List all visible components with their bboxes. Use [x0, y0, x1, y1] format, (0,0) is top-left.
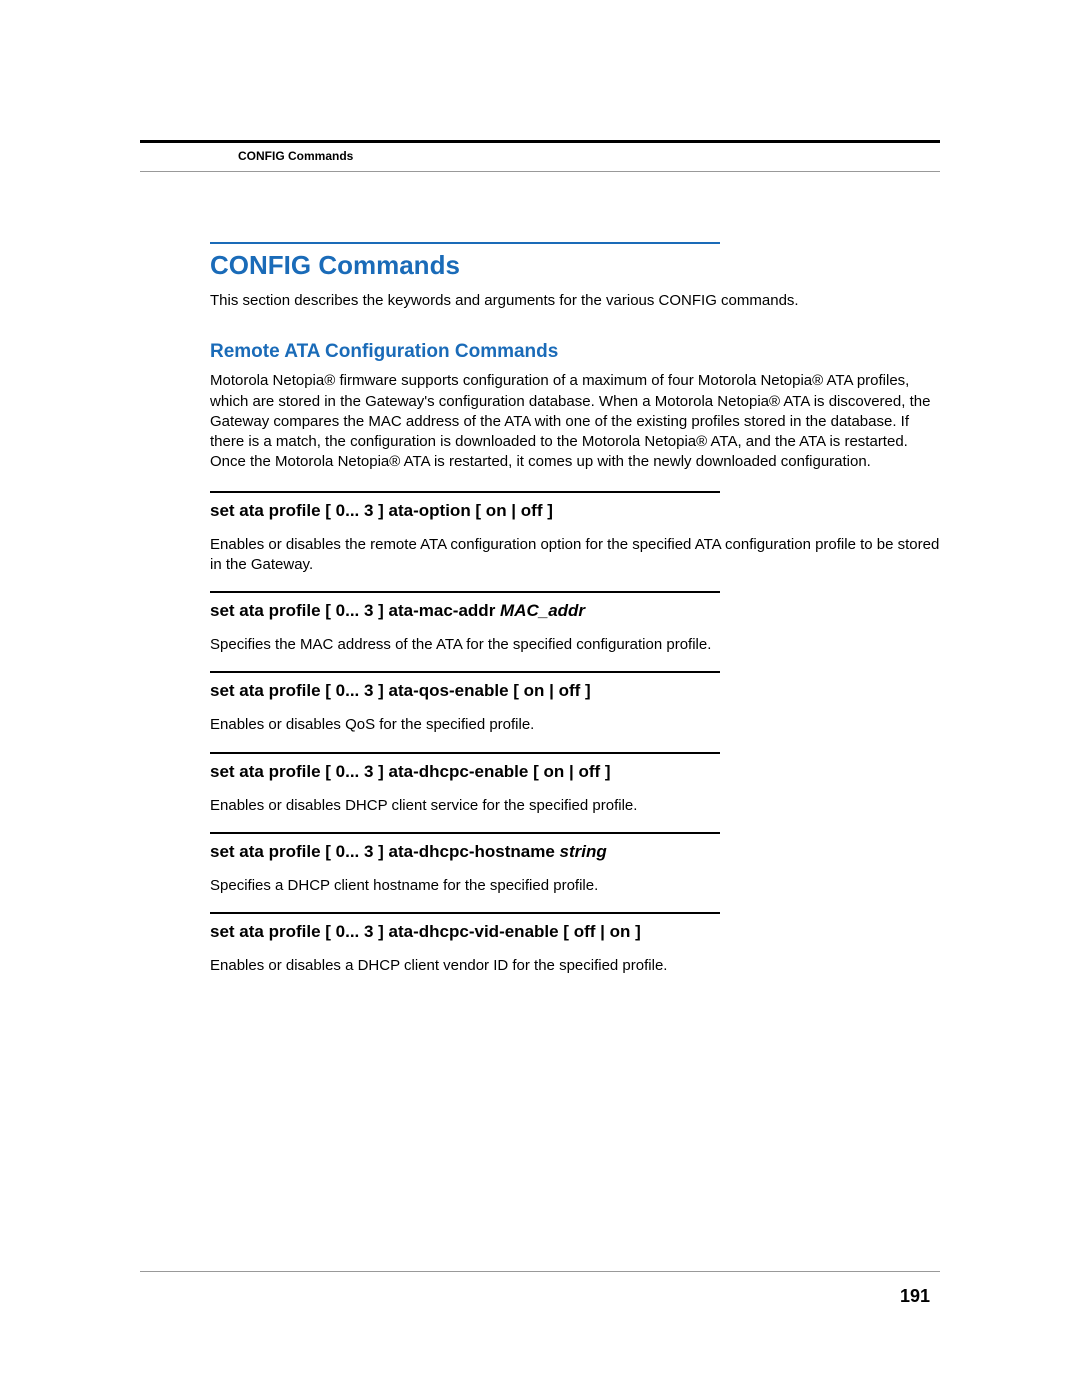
command-heading: set ata profile [ 0... 3 ] ata-mac-addr … [210, 601, 940, 621]
command-heading-text: set ata profile [ 0... 3 ] ata-option [ … [210, 501, 553, 520]
top-thick-rule [140, 140, 940, 143]
command-heading-text: set ata profile [ 0... 3 ] ata-dhcpc-vid… [210, 922, 641, 941]
command-description: Enables or disables the remote ATA confi… [210, 535, 940, 576]
command-rule [210, 671, 720, 673]
command-block: set ata profile [ 0... 3 ] ata-dhcpc-hos… [210, 832, 940, 896]
footer-rule [140, 1271, 940, 1272]
command-heading: set ata profile [ 0... 3 ] ata-dhcpc-ena… [210, 762, 940, 782]
command-heading-text: set ata profile [ 0... 3 ] ata-dhcpc-ena… [210, 762, 611, 781]
command-heading-text: set ata profile [ 0... 3 ] ata-dhcpc-hos… [210, 842, 560, 861]
command-description: Enables or disables DHCP client service … [210, 796, 940, 816]
document-page: CONFIG Commands CONFIG Commands This sec… [0, 0, 1080, 1397]
command-block: set ata profile [ 0... 3 ] ata-mac-addr … [210, 591, 940, 655]
command-heading-text: set ata profile [ 0... 3 ] ata-qos-enabl… [210, 681, 591, 700]
command-heading-text: set ata profile [ 0... 3 ] ata-mac-addr [210, 601, 500, 620]
command-description: Specifies a DHCP client hostname for the… [210, 876, 940, 896]
top-thin-rule [140, 171, 940, 172]
command-heading: set ata profile [ 0... 3 ] ata-option [ … [210, 501, 940, 521]
command-block: set ata profile [ 0... 3 ] ata-option [ … [210, 491, 940, 576]
subsection-title: Remote ATA Configuration Commands [210, 341, 940, 363]
command-description: Enables or disables QoS for the specifie… [210, 715, 940, 735]
command-heading: set ata profile [ 0... 3 ] ata-dhcpc-hos… [210, 842, 940, 862]
command-heading: set ata profile [ 0... 3 ] ata-dhcpc-vid… [210, 922, 940, 942]
command-rule [210, 832, 720, 834]
subsection-body: Motorola Netopia® firmware supports conf… [210, 371, 940, 472]
page-number: 191 [140, 1286, 940, 1307]
running-header: CONFIG Commands [140, 149, 940, 163]
page-footer: 191 [140, 1271, 940, 1307]
command-rule [210, 491, 720, 493]
h1-rule [210, 242, 720, 244]
intro-paragraph: This section describes the keywords and … [210, 291, 940, 311]
command-rule [210, 591, 720, 593]
command-heading-italic: MAC_addr [500, 601, 585, 620]
command-description: Specifies the MAC address of the ATA for… [210, 635, 940, 655]
command-heading-italic: string [560, 842, 607, 861]
header-section-label: CONFIG Commands [238, 149, 353, 163]
command-rule [210, 752, 720, 754]
command-description: Enables or disables a DHCP client vendor… [210, 956, 940, 976]
command-block: set ata profile [ 0... 3 ] ata-dhcpc-vid… [210, 912, 940, 976]
command-heading: set ata profile [ 0... 3 ] ata-qos-enabl… [210, 681, 940, 701]
page-title: CONFIG Commands [210, 250, 940, 281]
command-block: set ata profile [ 0... 3 ] ata-dhcpc-ena… [210, 752, 940, 816]
command-block: set ata profile [ 0... 3 ] ata-qos-enabl… [210, 671, 940, 735]
command-rule [210, 912, 720, 914]
content-area: CONFIG Commands This section describes t… [140, 242, 940, 976]
